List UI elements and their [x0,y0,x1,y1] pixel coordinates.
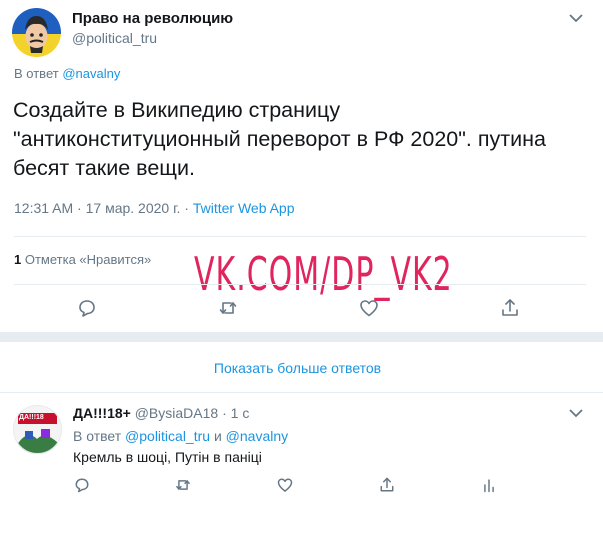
share-icon[interactable] [499,297,521,319]
tweet-date[interactable]: 17 мар. 2020 г. [86,200,181,216]
author-name[interactable]: ДА!!!18+ [73,405,131,421]
meta-separator: · [222,405,227,421]
author-name[interactable]: Право на революцию [72,10,233,27]
section-separator [0,332,603,342]
reply-context: В ответ @navalny [14,66,120,81]
tweet-time[interactable]: 12:31 AM [14,200,73,216]
avatar-text: ДА!!!18 [19,414,44,421]
meta-separator: · [77,200,82,216]
tweet-text-line: бесят такие вещи. [13,156,195,180]
author-handle[interactable]: @BysiaDA18 [135,405,218,421]
author-handle[interactable]: @political_tru [72,30,157,46]
reply-and: и [213,428,222,444]
reply-to-link[interactable]: @navalny [226,428,288,444]
share-icon[interactable] [378,476,396,494]
reply-prefix: В ответ [73,428,122,444]
likes-label: Отметка «Нравится» [24,252,152,267]
analytics-icon[interactable] [480,476,498,494]
likes-stats[interactable]: 1 Отметка «Нравится» [14,252,151,267]
tweet-text-line: "антиконституционный переворот в РФ 2020… [13,127,546,151]
tweet-source[interactable]: Twitter Web App [193,200,295,216]
tweet-text: Создайте в Википедию страницу "антиконст… [13,96,546,183]
tweet-text-line: Создайте в Википедию страницу [13,98,341,122]
reply-to-link[interactable]: @navalny [62,66,120,81]
watermark: VK.COM/DP_VK2 [194,248,453,303]
tweet-text: Кремль в шоці, Путін в паніці [73,449,262,465]
retweet-icon[interactable] [217,297,239,319]
reply-tweet[interactable]: ДА!!!18 ДА!!!18+ @BysiaDA18 · 1 с В отве… [0,393,603,552]
divider [14,236,586,237]
meta-separator: · [184,200,189,216]
avatar[interactable]: ДА!!!18 [13,405,62,454]
heart-icon[interactable] [358,297,380,319]
chevron-down-icon[interactable] [569,13,583,23]
reply-prefix: В ответ [14,66,59,81]
reply-context: В ответ @political_tru и @navalny [73,428,288,444]
main-tweet: Право на революцию @political_tru В отве… [0,0,603,332]
tweet-meta: 12:31 AM · 17 мар. 2020 г. · Twitter Web… [14,200,295,216]
tweet-age[interactable]: 1 с [231,405,250,421]
heart-icon[interactable] [276,476,294,494]
chevron-down-icon[interactable] [569,408,583,418]
reply-header: ДА!!!18+ @BysiaDA18 · 1 с [73,405,249,421]
retweet-icon[interactable] [174,476,192,494]
divider [14,284,586,285]
avatar[interactable] [12,8,61,57]
reply-to-link[interactable]: @political_tru [125,428,210,444]
reply-icon[interactable] [76,297,98,319]
likes-count: 1 [14,252,22,267]
reply-icon[interactable] [73,476,91,494]
show-more-replies-button[interactable]: Показать больше ответов [0,360,595,376]
